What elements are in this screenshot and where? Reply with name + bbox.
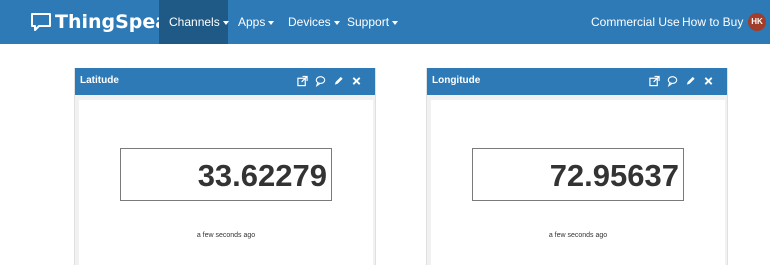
latitude-value: 33.62279 <box>197 158 327 193</box>
value-display: 72.95637 <box>472 148 684 201</box>
last-updated: a few seconds ago <box>196 232 256 239</box>
value-display: 33.62279 <box>120 148 332 201</box>
speech-bubble-icon <box>31 13 51 31</box>
nav-how-to-buy-label: How to Buy <box>682 15 744 29</box>
widget-latitude: Latitude 33.62279 a few seconds ago <box>74 68 376 265</box>
nav-commercial-use-label: Commercial Use <box>591 15 680 29</box>
nav-support-label: Support <box>347 15 390 29</box>
widget-longitude: Longitude 72.95637 a few seconds ago <box>426 68 728 265</box>
widget-body: 33.62279 a few seconds ago <box>79 100 373 265</box>
widget-header: Longitude <box>427 68 727 95</box>
nav-apps[interactable]: Apps <box>238 0 275 44</box>
close-icon[interactable] <box>351 75 362 87</box>
nav-support[interactable]: Support <box>347 0 399 44</box>
widget-title: Latitude <box>80 75 119 86</box>
widget-title: Longitude <box>432 75 481 86</box>
nav-how-to-buy[interactable]: How to Buy <box>682 0 743 44</box>
nav-channels[interactable]: Channels <box>159 0 229 44</box>
pencil-icon[interactable] <box>685 75 696 87</box>
widget-tools <box>297 75 362 87</box>
external-link-icon[interactable] <box>649 75 660 87</box>
caret-down-icon <box>222 20 229 25</box>
comment-icon[interactable] <box>315 75 326 87</box>
nav-commercial-use[interactable]: Commercial Use <box>591 0 680 44</box>
nav-devices-label: Devices <box>288 15 331 29</box>
widget-body: 72.95637 a few seconds ago <box>431 100 725 265</box>
pencil-icon[interactable] <box>333 75 344 87</box>
caret-down-icon <box>333 20 340 25</box>
caret-down-icon <box>392 20 399 25</box>
widget-tools <box>649 75 714 87</box>
external-link-icon[interactable] <box>297 75 308 87</box>
nav-apps-label: Apps <box>238 15 266 29</box>
widget-header: Latitude <box>75 68 375 95</box>
nav-devices[interactable]: Devices <box>288 0 340 44</box>
top-navbar: ThingSpeak™ Channels Apps Devices Suppor… <box>0 0 770 44</box>
last-updated: a few seconds ago <box>548 232 608 239</box>
caret-down-icon <box>268 20 275 25</box>
close-icon[interactable] <box>703 75 714 87</box>
nav-channels-label: Channels <box>169 15 220 29</box>
user-avatar[interactable]: HK <box>748 13 766 31</box>
longitude-value: 72.95637 <box>549 158 679 193</box>
comment-icon[interactable] <box>667 75 678 87</box>
